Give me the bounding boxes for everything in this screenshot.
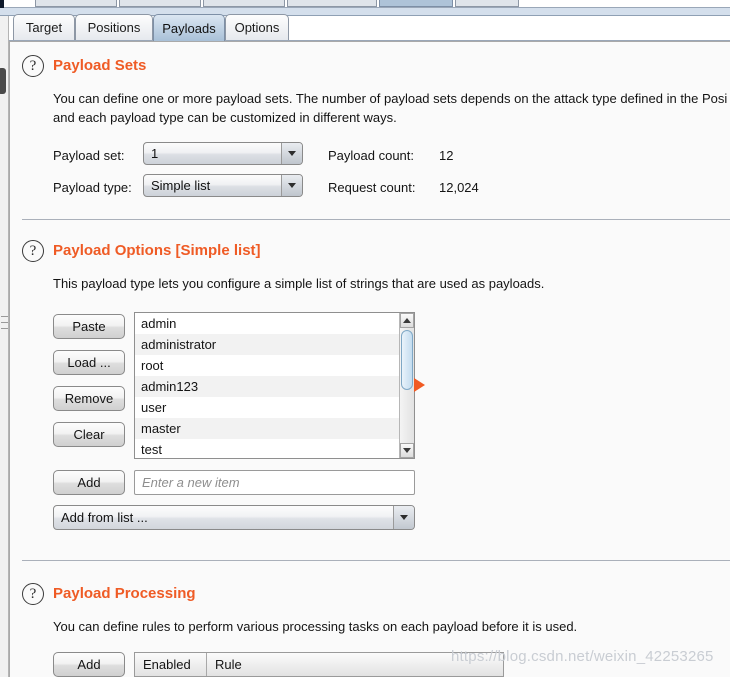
new-item-input[interactable]: Enter a new item: [134, 470, 415, 495]
tab-payloads-label: Payloads: [162, 20, 216, 36]
remove-button[interactable]: Remove: [53, 386, 125, 411]
payload-list-item[interactable]: admin123: [135, 376, 399, 397]
intruder-tab-bar: Target Positions Payloads Options: [9, 13, 730, 41]
left-strip-tick-1: [1, 316, 8, 317]
payload-processing-description: You can define rules to perform various …: [53, 619, 578, 634]
payload-count-label: Payload count:: [328, 148, 415, 163]
tab-positions-label: Positions: [87, 20, 141, 35]
scroll-up-caret-up-icon[interactable]: [400, 313, 414, 328]
payload-list-item[interactable]: administrator: [135, 334, 399, 355]
outer-tab-strip: [0, 0, 730, 8]
payload-count-value: 12: [439, 148, 454, 163]
load-button-label: Load ...: [67, 355, 111, 370]
payload-set-select[interactable]: 1: [143, 142, 303, 165]
column-header-rule[interactable]: Rule: [207, 653, 503, 676]
tab-target[interactable]: Target: [13, 14, 75, 40]
payload-sets-description-line2: and each payload type can be customized …: [53, 110, 397, 125]
add-from-list-chevron-down-icon[interactable]: [393, 506, 414, 529]
left-scrollbar-thumb[interactable]: [0, 68, 6, 94]
orange-pointer-arrow-icon: [414, 378, 425, 392]
payload-list-scroll-thumb[interactable]: [401, 330, 413, 390]
payload-list-item[interactable]: test: [135, 439, 399, 458]
outer-tab-2[interactable]: [119, 0, 201, 7]
add-rule-button-label: Add: [77, 657, 101, 672]
add-from-list-select[interactable]: Add from list ...: [53, 505, 415, 530]
divider-2: [22, 560, 730, 561]
tab-payloads[interactable]: Payloads: [153, 14, 225, 41]
payload-options-title: Payload Options [Simple list]: [53, 242, 261, 259]
remove-button-label: Remove: [64, 391, 114, 406]
left-strip-tick-2: [1, 322, 8, 323]
left-strip-tick-3: [1, 328, 8, 329]
payload-sets-description-line1: You can define one or more payload sets.…: [53, 91, 728, 106]
tab-target-label: Target: [25, 20, 63, 35]
payload-list-item[interactable]: admin: [135, 313, 399, 334]
add-rule-button[interactable]: Add: [53, 652, 125, 677]
tab-positions[interactable]: Positions: [75, 14, 153, 40]
outer-tab-5-selected[interactable]: [379, 0, 453, 7]
request-count-label: Request count:: [328, 180, 416, 195]
payload-list-rows[interactable]: admin administrator root admin123 user master…: [135, 313, 399, 458]
new-item-placeholder: Enter a new item: [142, 475, 240, 490]
paste-button-label: Paste: [72, 319, 106, 334]
payloads-panel: ? Payload Sets You can define one or mor…: [9, 41, 730, 677]
payload-list-item[interactable]: root: [135, 355, 399, 376]
divider-1: [22, 219, 730, 220]
payload-type-chevron-down-icon[interactable]: [281, 175, 302, 196]
tab-options[interactable]: Options: [225, 14, 289, 40]
payload-processing-title: Payload Processing: [53, 585, 196, 602]
clear-button-label: Clear: [73, 427, 105, 442]
window-left-edge: [0, 0, 4, 8]
request-count-value: 12,024: [439, 180, 479, 195]
column-header-enabled[interactable]: Enabled: [135, 653, 207, 676]
payload-sets-title: Payload Sets: [53, 57, 147, 74]
payload-type-select[interactable]: Simple list: [143, 174, 303, 197]
payload-options-description: This payload type lets you configure a s…: [53, 276, 545, 291]
payload-list[interactable]: admin administrator root admin123 user master…: [134, 312, 415, 459]
scroll-down-caret-down-icon[interactable]: [400, 443, 414, 458]
left-scrollbar-strip[interactable]: [0, 16, 9, 677]
payload-options-help-icon[interactable]: ?: [22, 240, 44, 262]
add-payload-button-label: Add: [77, 475, 101, 490]
outer-tab-4[interactable]: [287, 0, 377, 7]
outer-tab-1[interactable]: [35, 0, 117, 7]
add-from-list-value: Add from list ...: [61, 510, 148, 525]
payload-type-label: Payload type:: [53, 180, 132, 195]
payload-list-item[interactable]: master: [135, 418, 399, 439]
tab-options-label: Options: [234, 20, 280, 35]
clear-button[interactable]: Clear: [53, 422, 125, 447]
paste-button[interactable]: Paste: [53, 314, 125, 339]
add-payload-button[interactable]: Add: [53, 470, 125, 495]
processing-rules-table-header: Enabled Rule: [134, 652, 504, 677]
burp-intruder-window: Target Positions Payloads Options ? Payl…: [0, 0, 730, 677]
payload-list-scrollbar[interactable]: [399, 313, 414, 458]
load-button[interactable]: Load ...: [53, 350, 125, 375]
payload-sets-help-icon[interactable]: ?: [22, 55, 44, 77]
outer-tab-6[interactable]: [455, 0, 519, 7]
payload-set-value: 1: [151, 146, 159, 161]
payload-processing-help-icon[interactable]: ?: [22, 583, 44, 605]
payload-type-value: Simple list: [151, 178, 211, 193]
outer-tab-3[interactable]: [203, 0, 285, 7]
payload-set-label: Payload set:: [53, 148, 125, 163]
payload-list-item[interactable]: user: [135, 397, 399, 418]
payload-set-chevron-down-icon[interactable]: [281, 143, 302, 164]
